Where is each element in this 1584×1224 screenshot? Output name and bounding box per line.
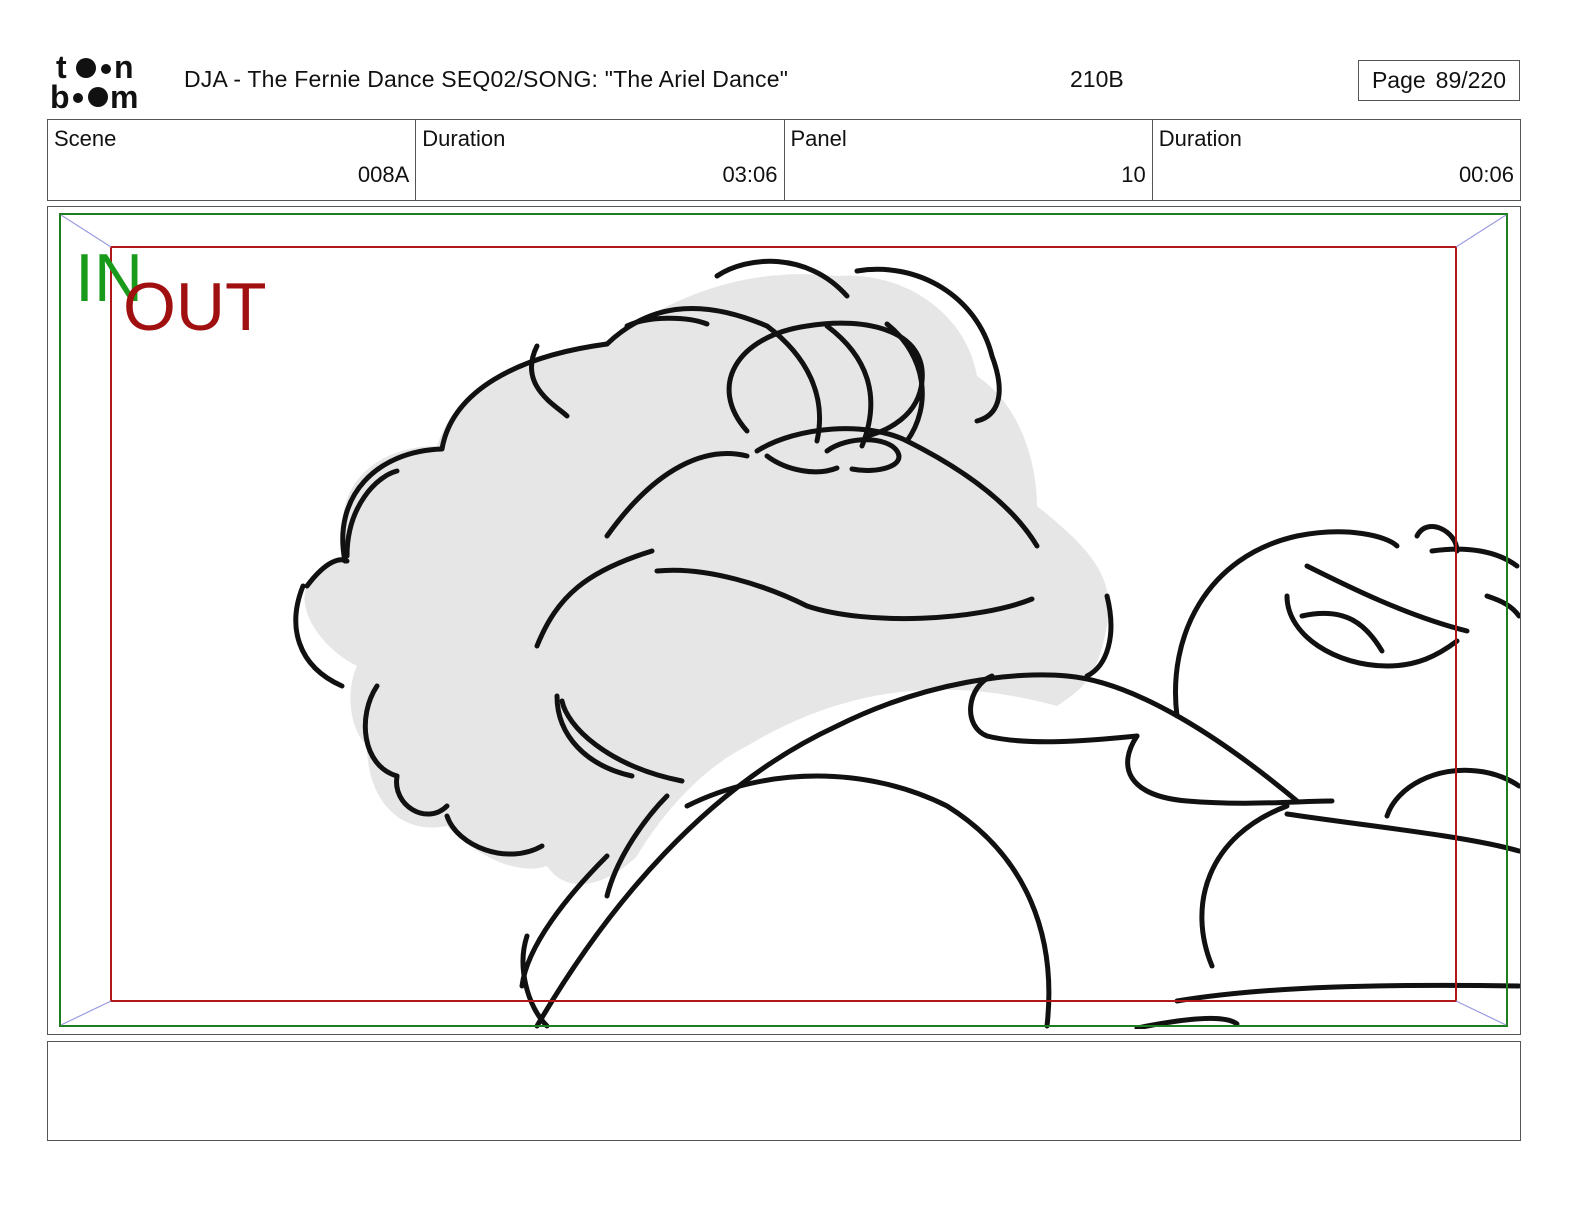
scene-duration-label: Duration	[422, 126, 506, 151]
panel-duration-cell: Duration 00:06	[1153, 120, 1520, 200]
toon-boom-logo: t n b m	[50, 50, 138, 112]
project-title: DJA - The Fernie Dance SEQ02/SONG: "The …	[184, 66, 789, 92]
panel-label: Panel	[790, 126, 847, 151]
page-number: 89/220	[1435, 67, 1507, 93]
page-indicator: Page 89/220	[1358, 60, 1520, 101]
panel-value: 10	[1121, 162, 1146, 187]
scene-label: Scene	[54, 126, 117, 151]
svg-text:b: b	[50, 79, 70, 112]
scene-duration-cell: Duration 03:06	[416, 120, 785, 200]
scene-duration-value: 03:06	[722, 162, 778, 187]
caption-box	[47, 1041, 1521, 1141]
page-code: 210B	[1070, 66, 1124, 92]
panel-duration-label: Duration	[1158, 126, 1242, 151]
panel-duration-value: 00:06	[1458, 162, 1514, 187]
page-label: Page	[1371, 67, 1426, 93]
scene-cell: Scene 008A	[48, 120, 417, 200]
panel-cell: Panel 10	[785, 120, 1153, 200]
panel-frame	[47, 206, 1521, 1035]
svg-text:m: m	[110, 79, 138, 112]
scene-info-row: Scene 008A Duration 03:06 Panel 10 Durat…	[47, 119, 1521, 201]
scene-value: 008A	[357, 162, 410, 187]
